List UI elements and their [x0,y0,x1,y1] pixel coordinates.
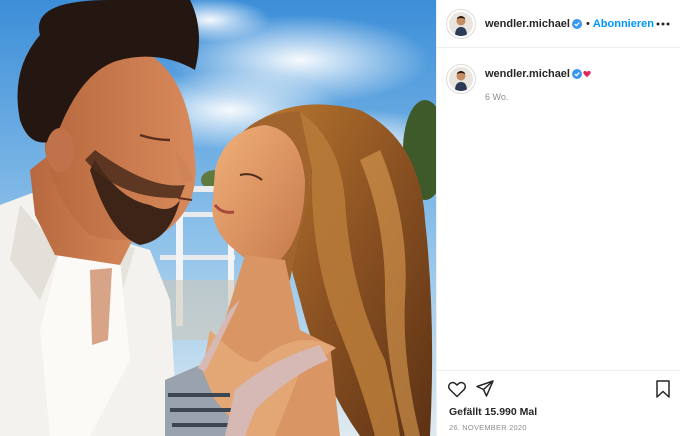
more-horizontal-icon[interactable] [655,16,671,32]
time-ago-link[interactable]: 6 Wo. [485,92,591,102]
username-link[interactable]: wendler.michael [485,18,570,30]
caption: wendler.michael 6 Wo. [446,64,672,102]
post-date: 26. NOVEMBER 2020 [449,423,527,432]
instagram-post: wendler.michael • Abonnieren wendler.mic… [0,0,680,436]
post-side-panel: wendler.michael • Abonnieren wendler.mic… [436,0,680,436]
post-photo[interactable] [0,0,436,436]
actions-section: Gefällt 15.990 Mal 26. NOVEMBER 2020 [437,370,680,436]
follow-button[interactable]: Abonnieren [593,18,654,30]
paper-plane-icon[interactable] [475,379,495,399]
verified-badge-icon [571,18,582,29]
red-heart-emoji-icon [583,70,591,78]
separator-dot: • [585,17,590,30]
caption-line: wendler.michael [485,68,591,80]
bookmark-icon[interactable] [653,379,673,399]
avatar[interactable] [446,8,476,39]
heart-outline-icon[interactable] [447,379,467,399]
verified-badge-icon [571,69,582,79]
likes-count[interactable]: Gefällt 15.990 Mal [449,406,537,418]
post-header: wendler.michael • Abonnieren [437,0,680,48]
caption-avatar[interactable] [446,64,476,94]
action-bar [447,379,673,399]
caption-username-link[interactable]: wendler.michael [485,68,570,80]
caption-body: wendler.michael 6 Wo. [485,68,591,102]
